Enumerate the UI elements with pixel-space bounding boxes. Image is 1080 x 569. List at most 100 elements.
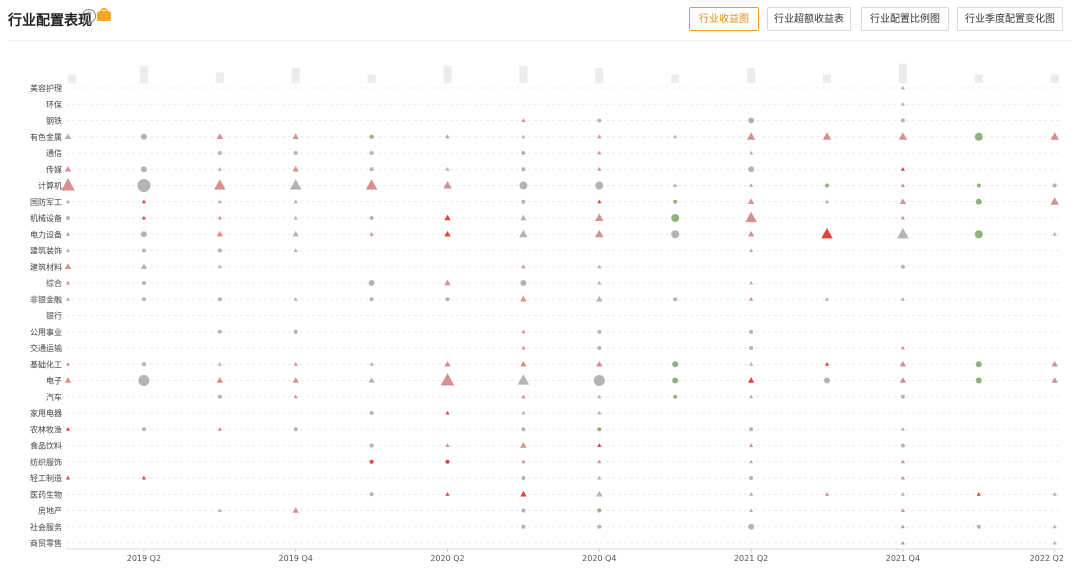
data-point-circle [141, 281, 146, 285]
x-axis-label: 2020 Q4 [582, 554, 616, 563]
data-point-circle [521, 524, 526, 529]
data-point-circle [137, 179, 151, 192]
data-point-circle [521, 167, 526, 172]
data-point-circle [900, 264, 905, 269]
data-point-triangle [216, 230, 223, 237]
data-point-triangle [1050, 132, 1059, 140]
data-point-circle [521, 476, 526, 480]
data-point-triangle [292, 507, 299, 513]
tab-industry-quarterly-change-chart[interactable]: 行业季度配置变化图 [957, 7, 1063, 31]
data-point-circle [593, 375, 605, 386]
data-point-triangle [898, 132, 908, 140]
data-point-circle [217, 248, 222, 253]
data-point-circle [673, 394, 678, 399]
data-point-triangle [292, 165, 299, 172]
x-axis-label: 2021 Q2 [734, 554, 768, 563]
data-point-circle [597, 427, 602, 432]
top-bar [215, 72, 224, 83]
data-point-circle [671, 214, 680, 222]
data-point-triangle [214, 179, 226, 190]
y-axis-label: 通信 [46, 148, 62, 158]
top-bar [671, 74, 680, 83]
data-point-triangle [368, 377, 375, 383]
tab-industry-return-chart[interactable]: 行业收益图 [689, 7, 759, 31]
data-point-circle [672, 361, 679, 368]
data-point-triangle [520, 360, 527, 367]
top-bar [595, 68, 604, 83]
data-point-circle [749, 346, 754, 350]
y-axis-label: 基础化工 [30, 359, 62, 369]
data-point-circle [1052, 183, 1057, 188]
data-point-triangle [745, 211, 757, 223]
top-bar [367, 74, 376, 83]
data-point-circle [293, 427, 298, 432]
data-point-triangle [899, 360, 907, 367]
y-axis-label: 农林牧渔 [30, 424, 62, 434]
help-icon[interactable]: ? [82, 9, 96, 23]
y-axis-label: 纺织服饰 [30, 457, 62, 467]
data-point-triangle [440, 373, 455, 386]
y-axis-label: 综合 [46, 278, 62, 288]
data-point-circle [445, 459, 450, 464]
data-point-triangle [1051, 377, 1058, 383]
y-axis-label: 美容护理 [30, 83, 62, 93]
data-point-triangle [517, 374, 530, 385]
data-point-circle [66, 216, 70, 220]
data-point-circle [369, 151, 374, 155]
y-axis-label: 银行 [46, 311, 62, 321]
y-axis-label: 有色金属 [30, 132, 62, 142]
data-point-triangle [747, 198, 755, 205]
data-point-circle [217, 329, 222, 334]
data-point-triangle [64, 263, 72, 270]
data-point-triangle [292, 133, 299, 140]
data-point-circle [521, 199, 526, 204]
data-point-triangle [64, 133, 72, 140]
data-point-triangle [520, 490, 527, 497]
data-point-circle [369, 134, 374, 139]
data-point-triangle [747, 230, 755, 237]
title-icons: ? [82, 8, 111, 23]
tab-industry-allocation-ratio-chart[interactable]: 行业配置比例图 [861, 7, 949, 31]
data-point-circle [825, 183, 829, 188]
data-point-circle [369, 297, 374, 302]
data-point-triangle [140, 263, 148, 270]
data-point-triangle [746, 132, 756, 140]
data-point-circle [369, 492, 374, 497]
data-point-circle [520, 280, 527, 286]
data-point-triangle [292, 230, 299, 237]
data-point-triangle [444, 214, 451, 221]
y-axis-label: 房地产 [38, 506, 62, 516]
data-point-triangle [444, 279, 451, 286]
data-point-circle [369, 216, 374, 220]
top-bar [68, 74, 76, 83]
data-point-circle [975, 377, 982, 384]
data-point-triangle [821, 227, 833, 239]
tab-industry-excess-return-table[interactable]: 行业超额收益表 [767, 7, 851, 31]
data-point-circle [673, 199, 678, 204]
data-point-circle [597, 118, 602, 123]
data-point-circle [974, 230, 983, 239]
data-point-circle [141, 427, 146, 432]
y-axis-label: 计算机 [38, 181, 62, 191]
data-point-circle [369, 459, 374, 464]
data-point-triangle [899, 198, 907, 205]
data-point-triangle [365, 179, 378, 190]
y-axis-label: 非银金融 [30, 294, 62, 304]
data-point-circle [672, 377, 679, 384]
y-axis-label: 钢铁 [46, 116, 62, 126]
header-divider [8, 40, 1072, 41]
y-axis-label: 机械设备 [30, 213, 62, 223]
data-point-circle [368, 280, 375, 286]
header: 行业配置表现 ? 行业收益图 行业超额收益表 行业配置比例图 行业季度配置变化图 [0, 0, 1080, 40]
data-point-circle [369, 167, 374, 172]
y-axis-label: 建筑装饰 [30, 246, 62, 256]
data-point-circle [976, 183, 981, 188]
y-axis-label: 轻工制造 [30, 473, 62, 483]
data-point-triangle [822, 132, 832, 140]
data-point-circle [369, 411, 374, 415]
top-bar [974, 74, 983, 83]
data-point-circle [900, 118, 905, 123]
data-point-triangle [64, 377, 72, 383]
data-point-circle [673, 297, 678, 302]
top-bar [443, 65, 452, 83]
